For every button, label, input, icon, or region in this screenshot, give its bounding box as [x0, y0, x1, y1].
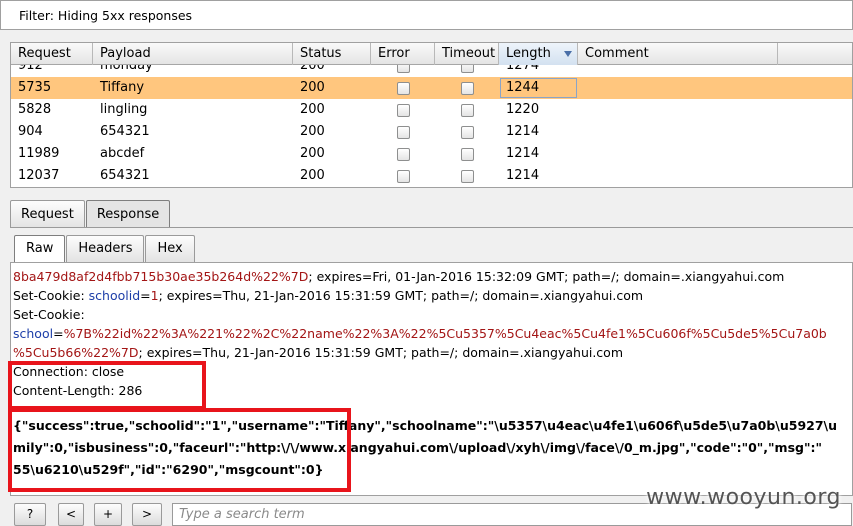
timeout-checkbox[interactable] — [460, 169, 474, 183]
add-button[interactable]: + — [94, 503, 122, 526]
cell-error — [371, 121, 435, 143]
cell-error — [371, 165, 435, 187]
filter-bar[interactable]: Filter: Hiding 5xx responses — [0, 0, 853, 30]
timeout-checkbox[interactable] — [460, 147, 474, 161]
column-header-length[interactable]: Length — [499, 43, 578, 65]
cell-request: 5735 — [18, 80, 52, 95]
table-row[interactable]: 5828 lingling 200 1220 — [11, 99, 852, 121]
cell-length: 1244 — [499, 77, 578, 99]
cell-timeout — [435, 99, 499, 121]
table-row[interactable]: 904 654321 200 1214 — [11, 121, 852, 143]
error-checkbox[interactable] — [396, 125, 410, 139]
timeout-checkbox[interactable] — [460, 65, 474, 73]
cell-status: 200 — [300, 168, 325, 183]
cell-timeout — [435, 121, 499, 143]
table-row[interactable]: 12037 654321 200 1214 — [11, 165, 852, 187]
error-checkbox[interactable] — [396, 103, 410, 117]
cell-length: 1214 — [506, 146, 540, 161]
tab-divider — [10, 227, 853, 228]
cell-status: 200 — [300, 102, 325, 117]
cell-length: 1220 — [506, 102, 540, 117]
cell-payload: Tiffany — [100, 80, 145, 95]
table-row-selected[interactable]: 5735 Tiffany 200 1244 — [11, 77, 852, 99]
error-checkbox[interactable] — [396, 65, 410, 73]
tab-hex[interactable]: Hex — [145, 235, 195, 262]
cell-payload: monday — [100, 65, 153, 73]
cell-request: 12037 — [18, 168, 60, 183]
cell-comment — [578, 143, 778, 165]
watermark: www.wooyun.org — [646, 485, 841, 510]
cell-comment — [578, 65, 778, 77]
cell-payload: 654321 — [100, 124, 150, 139]
column-header-length-label: Length — [506, 46, 551, 61]
cell-timeout — [435, 165, 499, 187]
table-row[interactable]: 11989 abcdef 200 1214 — [11, 143, 852, 165]
table-header: Request Payload Status Error Timeout Len… — [11, 43, 852, 65]
error-checkbox[interactable] — [396, 147, 410, 161]
previous-button[interactable]: < — [58, 503, 84, 526]
response-line: Set-Cookie: schoolid=1; expires=Thu, 21-… — [13, 288, 644, 303]
tab-request[interactable]: Request — [10, 200, 85, 228]
cell-error — [371, 143, 435, 165]
column-header-request[interactable]: Request — [11, 43, 93, 65]
next-button[interactable]: > — [132, 503, 162, 526]
cell-request: 5828 — [18, 102, 52, 117]
cell-error — [371, 65, 435, 77]
filter-text: Filter: Hiding 5xx responses — [19, 8, 193, 23]
timeout-checkbox[interactable] — [460, 125, 474, 139]
column-header-status[interactable]: Status — [293, 43, 371, 65]
column-header-timeout[interactable]: Timeout — [435, 43, 499, 65]
cell-error — [371, 77, 435, 99]
cell-request: 912 — [18, 65, 43, 73]
cell-length: 1274 — [506, 65, 540, 73]
cell-request: 904 — [18, 124, 43, 139]
sort-descending-icon — [564, 51, 572, 57]
cell-status: 200 — [300, 80, 325, 95]
highlight-box-body — [8, 408, 351, 492]
cell-length: 1214 — [506, 168, 540, 183]
timeout-checkbox[interactable] — [460, 81, 474, 95]
tab-raw[interactable]: Raw — [14, 235, 66, 262]
table-row[interactable]: 912 monday 200 1274 — [11, 65, 852, 77]
cell-payload: abcdef — [100, 146, 145, 161]
cell-timeout — [435, 143, 499, 165]
cell-comment — [578, 99, 778, 121]
error-checkbox[interactable] — [396, 169, 410, 183]
cell-length: 1214 — [506, 124, 540, 139]
cell-status: 200 — [300, 146, 325, 161]
cell-timeout — [435, 65, 499, 77]
cell-comment — [578, 77, 778, 99]
cell-status: 200 — [300, 65, 325, 73]
highlight-box-headers — [8, 361, 206, 410]
error-checkbox[interactable] — [396, 81, 410, 95]
cell-timeout — [435, 77, 499, 99]
cell-payload: lingling — [100, 102, 148, 117]
column-header-comment[interactable]: Comment — [578, 43, 778, 65]
results-table: Request Payload Status Error Timeout Len… — [10, 42, 853, 188]
response-line: 8ba479d8af2d4fbb715b30ae35b264d%22%7D; e… — [13, 269, 785, 284]
tab-response[interactable]: Response — [85, 200, 171, 228]
response-line: school=%7B%22id%22%3A%221%22%2C%22name%2… — [13, 326, 827, 341]
response-line: %5Cu5b66%22%7D; expires=Thu, 21-Jan-2016… — [13, 345, 624, 360]
cell-error — [371, 99, 435, 121]
view-tabs: Raw Headers Hex — [14, 235, 196, 262]
help-button[interactable]: ? — [14, 503, 46, 526]
cell-status: 200 — [300, 124, 325, 139]
request-response-tabs: Request Response — [10, 200, 171, 228]
cell-comment — [578, 121, 778, 143]
tab-headers[interactable]: Headers — [66, 235, 145, 262]
response-line: Set-Cookie: — [13, 307, 85, 322]
column-header-payload[interactable]: Payload — [93, 43, 293, 65]
cell-comment — [578, 165, 778, 187]
timeout-checkbox[interactable] — [460, 103, 474, 117]
column-header-error[interactable]: Error — [371, 43, 435, 65]
cell-request: 11989 — [18, 146, 60, 161]
cell-payload: 654321 — [100, 168, 150, 183]
